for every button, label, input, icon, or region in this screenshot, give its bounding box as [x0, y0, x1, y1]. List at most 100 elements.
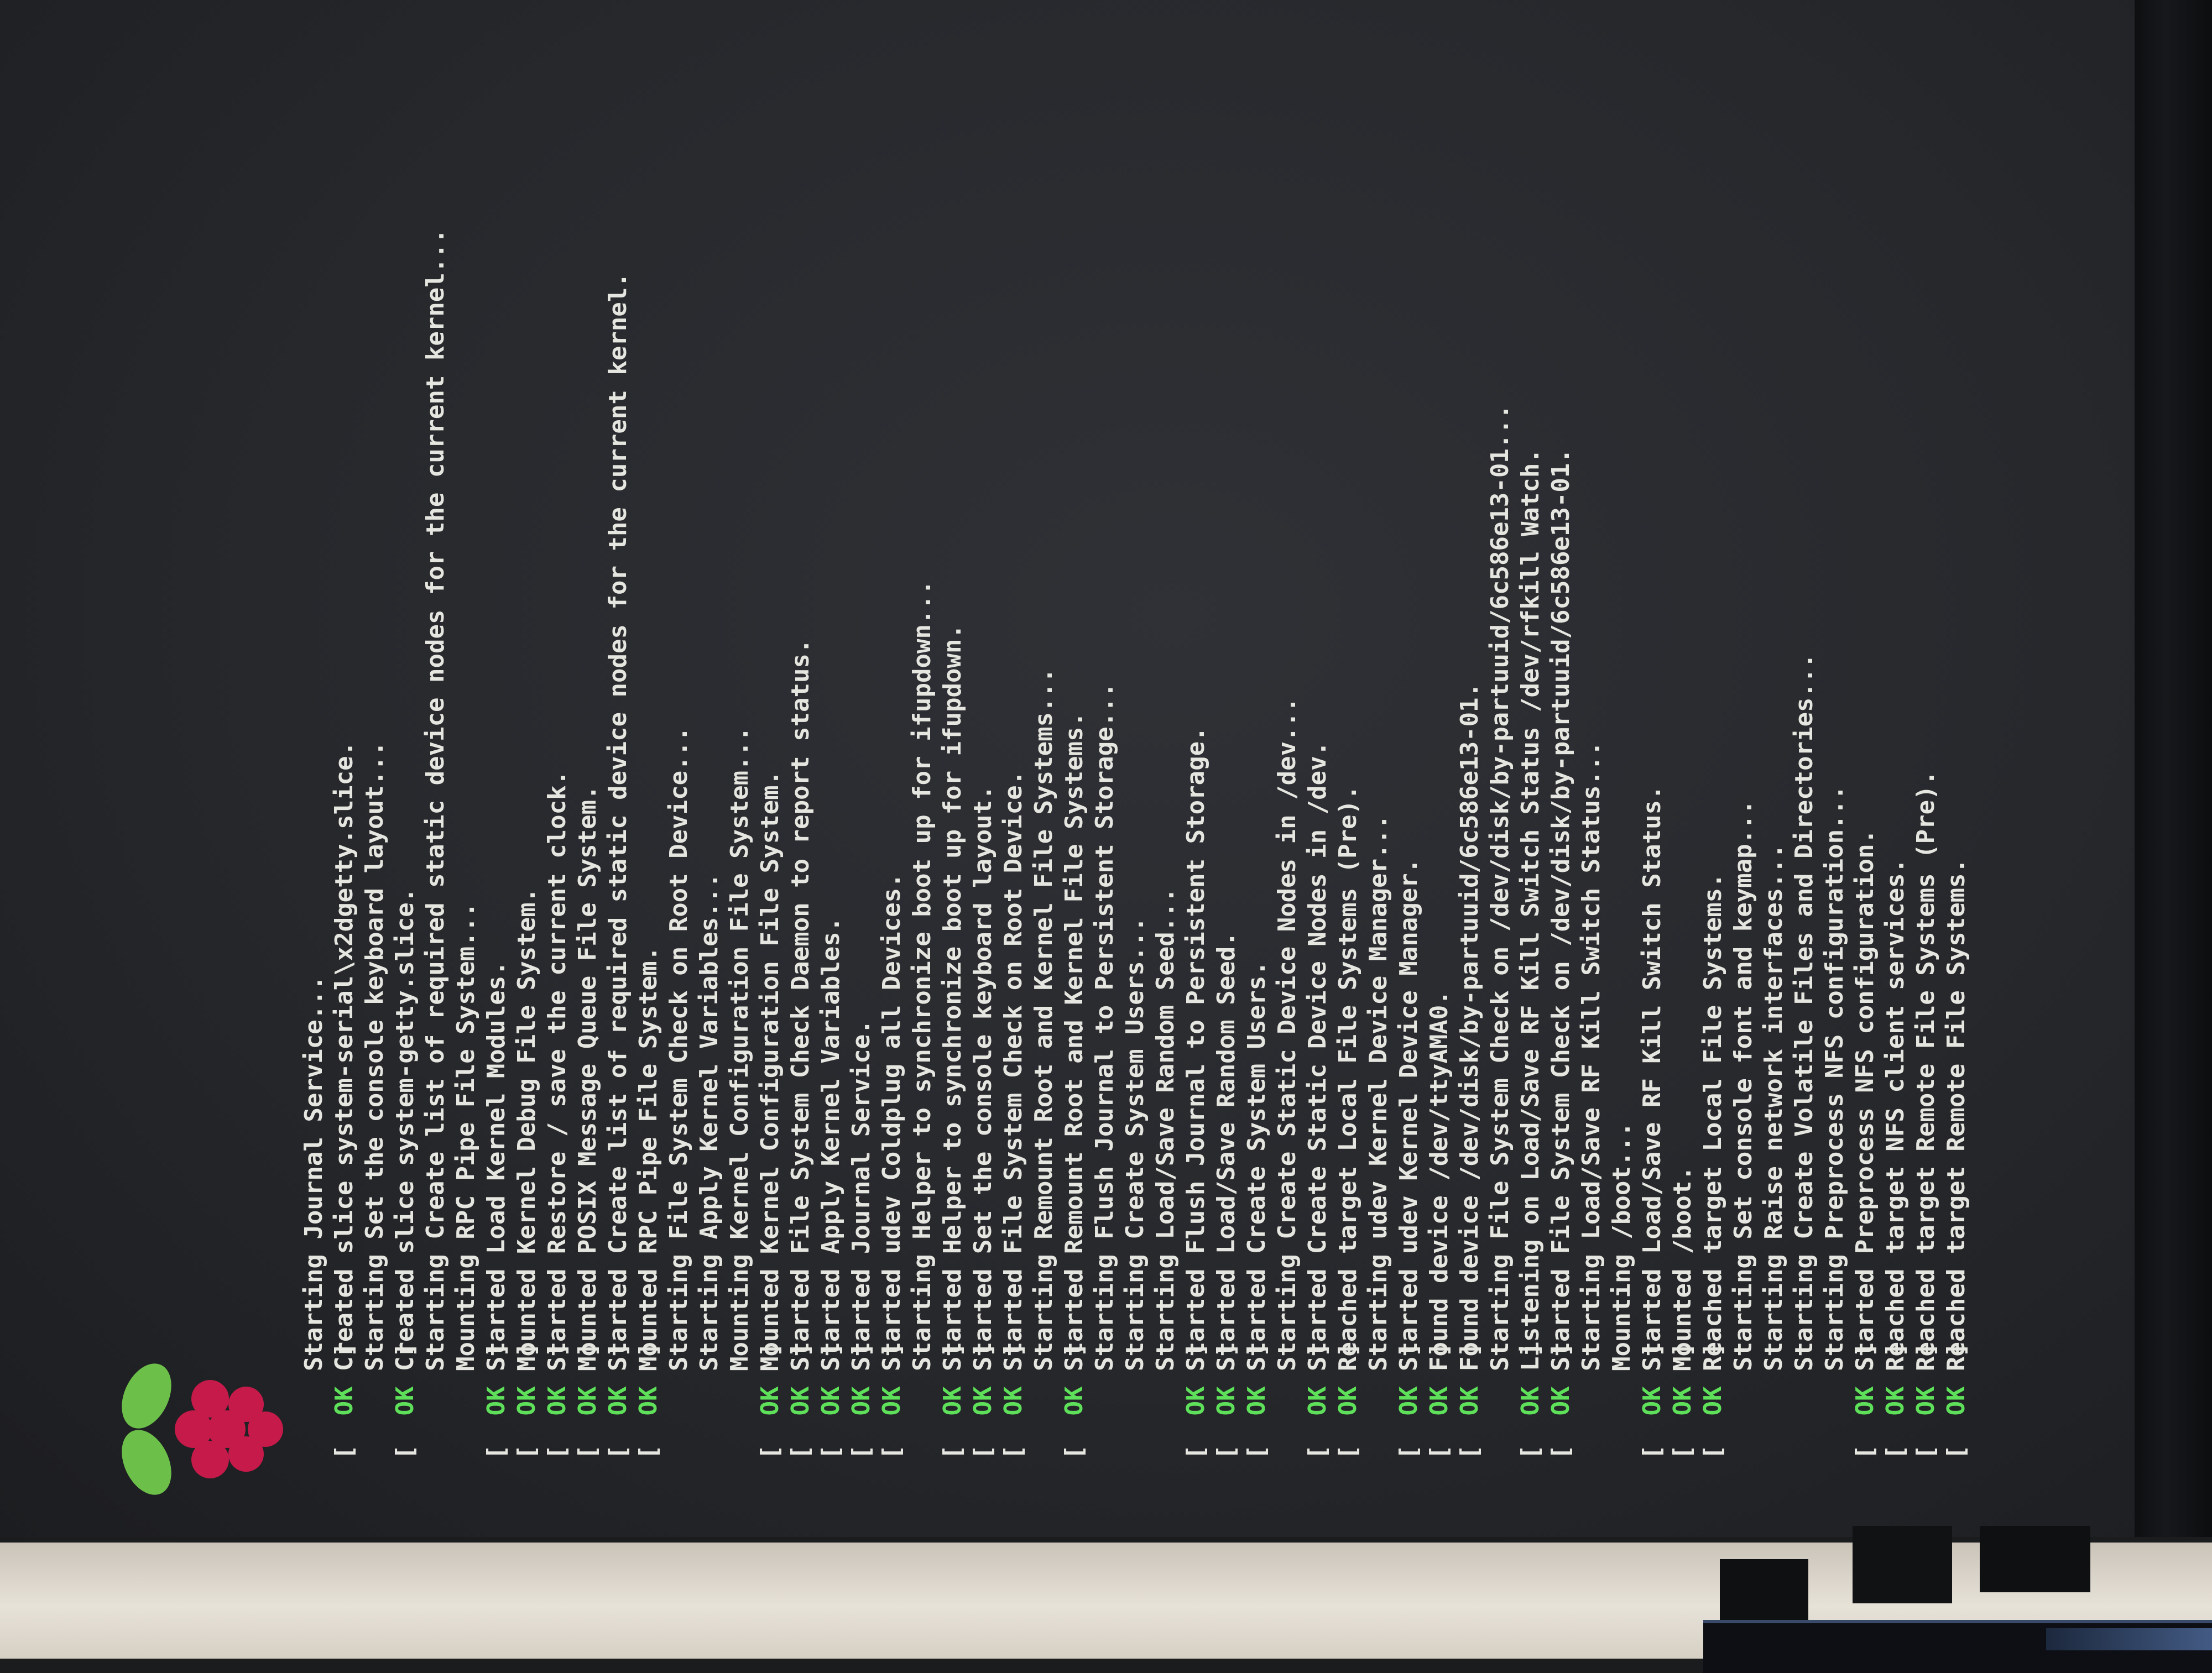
- status-badge: [ OK ]: [817, 1342, 845, 1460]
- boot-log-text: Starting Set console font and keymap...: [1729, 799, 1757, 1371]
- boot-log-text: Starting udev Kernel Device Manager...: [1364, 814, 1392, 1371]
- boot-log-line: [ OK ]Mounted /boot.: [1667, 22, 1698, 1460]
- status-badge: [ OK ]: [1455, 1342, 1484, 1460]
- boot-log-line: [ OK ]Started Preprocess NFS configurati…: [1850, 22, 1880, 1460]
- boot-log-text: Started udev Kernel Device Manager.: [1395, 858, 1423, 1371]
- status-badge: [ OK ]: [969, 1342, 997, 1460]
- status-badge: [ OK ]: [1212, 1342, 1240, 1460]
- boot-log-line: [ OK ]Started udev Coldplug all Devices.: [877, 22, 907, 1460]
- boot-log-text: Starting Remount Root and Kernel File Sy…: [1030, 668, 1058, 1371]
- status-badge: [ OK ]: [1638, 1342, 1666, 1460]
- status-badge: [ OK ]: [1516, 1342, 1545, 1460]
- boot-log-text: Started Load/Save Random Seed.: [1212, 932, 1240, 1371]
- boot-log-text: Started File System Check on /dev/disk/b…: [1547, 448, 1575, 1371]
- boot-log-text: Mounted RPC Pipe File System.: [634, 946, 662, 1371]
- status-badge: [ OK ]: [1851, 1342, 1879, 1460]
- boot-log-line: [ OK ]Found device /dev/disk/by-partuuid…: [1454, 22, 1485, 1460]
- boot-log-line: Starting Load/Save Random Seed...: [1150, 22, 1181, 1460]
- boot-log-line: [ OK ]Started Set the console keyboard l…: [968, 22, 998, 1460]
- boot-log-line: Starting File System Check on Root Devic…: [664, 22, 694, 1460]
- boot-log-text: Starting Apply Kernel Variables...: [695, 873, 723, 1371]
- boot-log-text: Started Remount Root and Kernel File Sys…: [1060, 712, 1088, 1371]
- status-badge: [ OK ]: [1303, 1342, 1332, 1460]
- boot-log-text: Started Flush Journal to Persistent Stor…: [1182, 726, 1210, 1371]
- status-badge: [ OK ]: [513, 1342, 541, 1460]
- boot-log-text: Started File System Check Daemon to repo…: [786, 639, 815, 1371]
- boot-log-line: [ OK ]Reached target Local File Systems.: [1698, 22, 1728, 1460]
- boot-log-line: [ OK ]Started Load/Save RF Kill Switch S…: [1637, 22, 1667, 1460]
- boot-log-line: Mounting /boot...: [1606, 22, 1637, 1460]
- boot-log-text: Listening on Load/Save RF Kill Switch St…: [1516, 448, 1545, 1371]
- boot-log-line: Starting Preprocess NFS configuration...: [1819, 22, 1850, 1460]
- boot-log-line: [ OK ]Started Remount Root and Kernel Fi…: [1059, 22, 1089, 1460]
- boot-log-text: Mounting /boot...: [1608, 1122, 1636, 1371]
- status-badge: [ OK ]: [1060, 1342, 1088, 1460]
- boot-log-line: Starting Load/Save RF Kill Switch Status…: [1576, 22, 1606, 1460]
- boot-log-line: [ OK ]Mounted POSIX Message Queue File S…: [572, 22, 603, 1460]
- boot-log-line: Starting Create System Users...: [1120, 22, 1150, 1460]
- boot-log-text: Started Helper to synchronize boot up fo…: [938, 624, 967, 1371]
- boot-log-line: Starting File System Check on /dev/disk/…: [1485, 22, 1515, 1460]
- status-badge: [ OK ]: [1699, 1342, 1727, 1460]
- boot-log-text: Reached target Local File Systems (Pre).: [1334, 785, 1362, 1371]
- boot-log-line: [ OK ]Started Create list of required st…: [603, 22, 633, 1460]
- boot-log-line: Starting Remount Root and Kernel File Sy…: [1029, 22, 1059, 1460]
- status-badge: [ OK ]: [1881, 1342, 1910, 1460]
- boot-log-line: Starting Create Volatile Files and Direc…: [1789, 22, 1819, 1460]
- boot-console: Starting Journal Service...[ OK ]Created…: [299, 22, 2068, 1460]
- boot-log-text: Started Restore / save the current clock…: [543, 770, 571, 1371]
- boot-log-text: Started File System Check on Root Device…: [999, 770, 1027, 1371]
- boot-log-line: Starting Raise network interfaces...: [1759, 22, 1789, 1460]
- boot-log-text: Starting Preprocess NFS configuration...: [1820, 785, 1849, 1371]
- boot-log-line: [ OK ]Mounted Kernel Configuration File …: [755, 22, 785, 1460]
- raspberry-pi-logo-icon: [122, 1363, 283, 1495]
- status-badge: [ OK ]: [847, 1342, 875, 1460]
- boot-log-text: Started Set the console keyboard layout.: [969, 785, 997, 1371]
- boot-log-line: [ OK ]Reached target Remote File Systems…: [1941, 22, 1971, 1460]
- boot-log-text: Reached target Remote File Systems.: [1942, 858, 1970, 1371]
- status-badge: [ OK ]: [391, 1342, 419, 1460]
- status-badge: [ OK ]: [634, 1342, 662, 1460]
- boot-log-text: Started Preprocess NFS configuration.: [1851, 829, 1879, 1371]
- boot-log-text: Started Apply Kernel Variables.: [817, 917, 845, 1371]
- boot-log-text: Starting Create list of required static …: [421, 228, 450, 1371]
- status-badge: [ OK ]: [999, 1342, 1027, 1460]
- status-badge: [ OK ]: [1425, 1342, 1453, 1460]
- boot-log-line: [ OK ]Reached target NFS client services…: [1880, 22, 1911, 1460]
- boot-log-line: [ OK ]Mounted Kernel Debug File System.: [512, 22, 542, 1460]
- boot-log-line: [ OK ]Listening on Load/Save RF Kill Swi…: [1515, 22, 1546, 1460]
- boot-log-text: Started udev Coldplug all Devices.: [878, 873, 906, 1371]
- status-badge: [ OK ]: [573, 1342, 602, 1460]
- status-badge: [ OK ]: [543, 1342, 571, 1460]
- boot-log-text: Starting Flush Journal to Persistent Sto…: [1091, 682, 1119, 1371]
- boot-log-text: Started Load/Save RF Kill Switch Status.: [1638, 785, 1666, 1371]
- boot-log-text: Starting Create Volatile Files and Direc…: [1790, 653, 1818, 1371]
- boot-log-text: Reached target Remote File Systems (Pre)…: [1912, 770, 1940, 1371]
- boot-log-line: [ OK ]Mounted RPC Pipe File System.: [633, 22, 664, 1460]
- boot-log-line: Starting Apply Kernel Variables...: [694, 22, 724, 1460]
- boot-log-line: Starting Create list of required static …: [420, 22, 451, 1460]
- boot-log-text: Starting Create System Users...: [1121, 917, 1149, 1371]
- boot-log-line: Starting Create Static Device Nodes in /…: [1272, 22, 1302, 1460]
- boot-log-text: Starting File System Check on Root Devic…: [665, 726, 693, 1371]
- boot-log-line: Starting Helper to synchronize boot up f…: [907, 22, 937, 1460]
- boot-log-line: [ OK ]Created slice system-serial\x2dget…: [329, 22, 359, 1460]
- boot-log-line: [ OK ]Started File System Check Daemon t…: [785, 22, 816, 1460]
- boot-log-text: Mounting Kernel Configuration File Syste…: [726, 726, 754, 1371]
- boot-log-text: Reached target NFS client services.: [1881, 858, 1910, 1371]
- boot-log-text: Starting Load/Save RF Kill Switch Status…: [1577, 741, 1605, 1371]
- boot-log-line: [ OK ]Started Create Static Device Nodes…: [1302, 22, 1333, 1460]
- status-badge: [ OK ]: [786, 1342, 815, 1460]
- boot-log-text: Starting Raise network interfaces...: [1760, 844, 1788, 1371]
- status-badge: [ OK ]: [330, 1342, 358, 1460]
- boot-log-text: Mounted POSIX Message Queue File System.: [573, 785, 602, 1371]
- status-badge: [ OK ]: [1942, 1342, 1970, 1460]
- boot-log-text: Starting Load/Save Random Seed...: [1151, 887, 1180, 1371]
- boot-log-text: Created slice system-serial\x2dgetty.sli…: [330, 741, 358, 1371]
- monitor-bezel: [2135, 0, 2212, 1537]
- boot-log-line: [ OK ]Started Create System Users.: [1241, 22, 1272, 1460]
- boot-log-line: [ OK ]Started Load/Save Random Seed.: [1211, 22, 1241, 1460]
- boot-log-text: Mounted Kernel Configuration File System…: [756, 770, 784, 1371]
- boot-log-line: [ OK ]Reached target Remote File Systems…: [1911, 22, 1941, 1460]
- boot-log-line: [ OK ]Started Helper to synchronize boot…: [937, 22, 968, 1460]
